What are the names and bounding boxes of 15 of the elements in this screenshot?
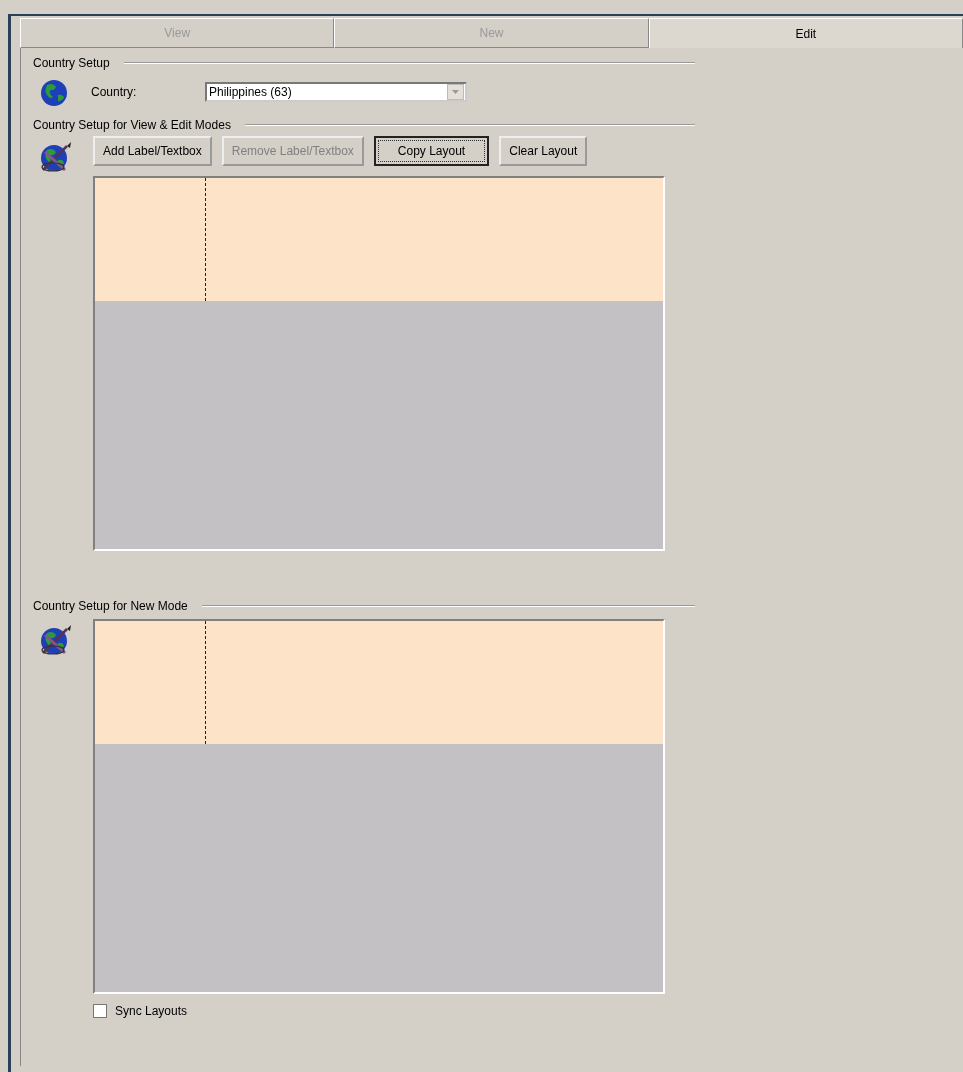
section-title: Country Setup — [33, 56, 110, 70]
section-title: Country Setup for View & Edit Modes — [33, 118, 231, 132]
checkbox[interactable] — [93, 1004, 107, 1018]
checkbox-label: Sync Layouts — [115, 1004, 188, 1018]
layout-canvas[interactable] — [93, 619, 665, 994]
layout-canvas[interactable] — [93, 176, 665, 551]
toolbar-button[interactable]: Add Label/Textbox — [93, 136, 212, 166]
toolbar-button[interactable]: Clear Layout — [499, 136, 588, 166]
section-title: Country Setup for New Mode — [33, 599, 188, 613]
tab[interactable]: Edit — [648, 18, 963, 48]
field-label: Country: — [91, 85, 138, 99]
country-dropdown[interactable]: Philippines (63) — [205, 82, 467, 102]
globe-tools-icon — [39, 623, 73, 657]
globe-tools-icon — [39, 140, 73, 174]
toolbar-button[interactable]: Copy Layout — [373, 136, 490, 166]
